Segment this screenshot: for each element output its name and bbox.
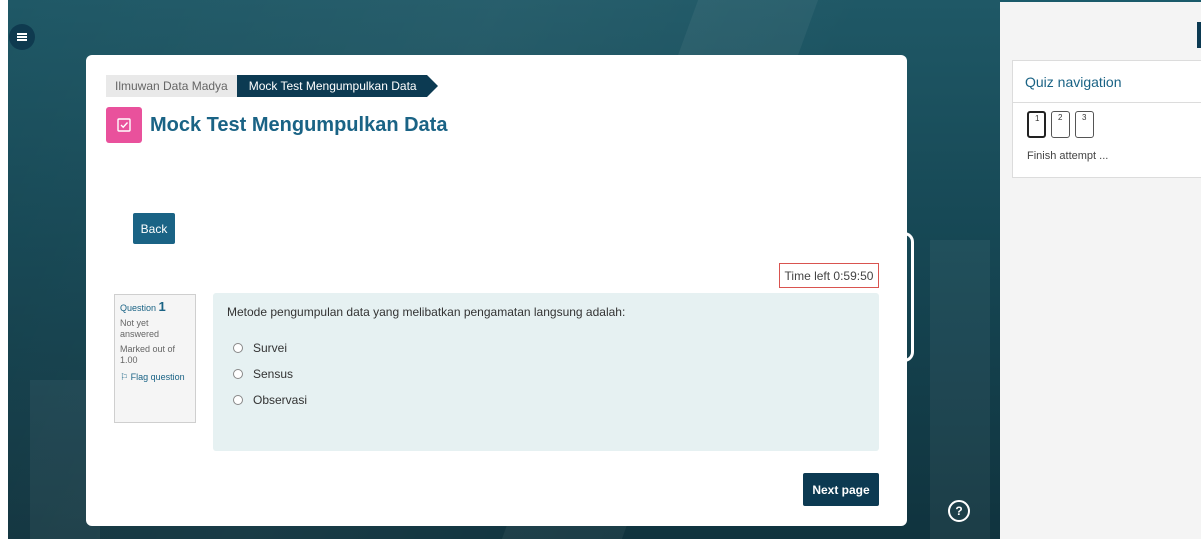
question-number: 1 [158, 299, 166, 314]
flag-icon: ⚐ [120, 372, 129, 382]
question-info: Question 1 Not yet answered Marked out o… [114, 294, 196, 423]
answer-option-sensus[interactable]: Sensus [227, 361, 865, 387]
main-card: Ilmuwan Data Madya Mock Test Mengumpulka… [86, 55, 907, 526]
breadcrumb: Ilmuwan Data Madya Mock Test Mengumpulka… [106, 75, 438, 97]
next-page-button[interactable]: Next page [803, 473, 879, 506]
answer-label: Survei [253, 341, 288, 355]
back-button[interactable]: Back [133, 213, 175, 244]
answer-option-survei[interactable]: Survei [227, 335, 865, 361]
decorative-bracket [896, 232, 914, 362]
left-edge [0, 0, 8, 539]
flag-question-link[interactable]: ⚐ Flag question [120, 372, 190, 383]
finish-attempt-link[interactable]: Finish attempt ... [1013, 138, 1201, 162]
answer-options: Survei Sensus Observasi [227, 335, 865, 413]
drawer-toggle-button[interactable] [9, 24, 35, 50]
radio-button[interactable] [233, 343, 243, 353]
question-content: Metode pengumpulan data yang melibatkan … [213, 293, 879, 451]
menu-icon [17, 33, 27, 41]
question-state: Not yet answered [120, 318, 160, 339]
page-title: Mock Test Mengumpulkan Data [150, 113, 448, 136]
breadcrumb-current[interactable]: Mock Test Mengumpulkan Data [236, 75, 438, 97]
quiz-navigation-buttons: 1 2 3 [1013, 103, 1201, 138]
question-label: Question [120, 303, 157, 313]
breadcrumb-parent[interactable]: Ilmuwan Data Madya [106, 75, 237, 97]
drawer-close-button[interactable] [1197, 22, 1201, 48]
time-left: Time left 0:59:50 [779, 263, 879, 288]
answer-label: Observasi [253, 393, 308, 407]
quiz-nav-button-3[interactable]: 3 [1075, 111, 1094, 138]
quiz-icon [106, 107, 142, 143]
answer-option-observasi[interactable]: Observasi [227, 387, 865, 413]
quiz-navigation-title: Quiz navigation [1013, 61, 1201, 103]
help-icon[interactable]: ? [948, 500, 970, 522]
question-marks: Marked out of 1.00 [120, 344, 176, 365]
quiz-navigation-block: Quiz navigation 1 2 3 Finish attempt ... [1012, 60, 1201, 178]
flag-question-label: Flag question [130, 372, 185, 382]
question-text: Metode pengumpulan data yang melibatkan … [227, 305, 626, 319]
radio-button[interactable] [233, 395, 243, 405]
top-line [1000, 0, 1201, 2]
answer-label: Sensus [253, 367, 294, 381]
radio-button[interactable] [233, 369, 243, 379]
quiz-nav-button-1[interactable]: 1 [1027, 111, 1046, 138]
title-row: Mock Test Mengumpulkan Data [106, 107, 447, 143]
quiz-nav-button-2[interactable]: 2 [1051, 111, 1070, 138]
